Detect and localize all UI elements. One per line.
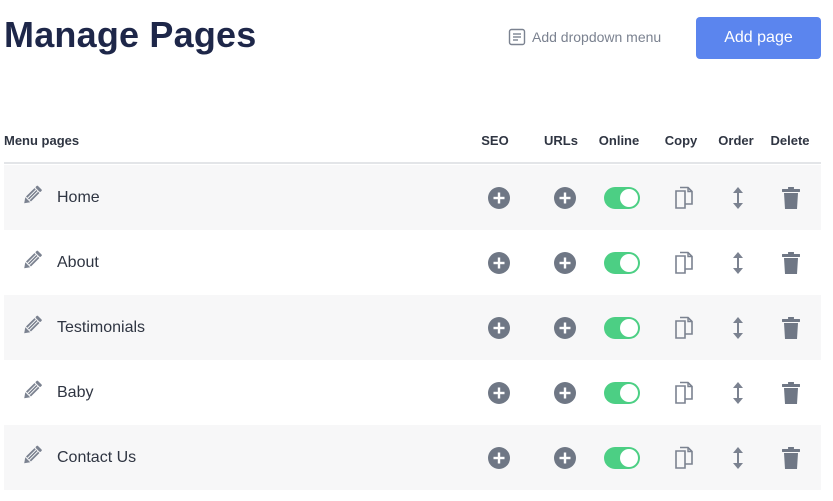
plus-circle-icon[interactable]	[554, 381, 576, 404]
table-row: Testimonials	[4, 295, 821, 360]
pencil-icon[interactable]	[20, 378, 44, 407]
copy-icon[interactable]	[674, 381, 694, 405]
vertical-arrows-icon[interactable]	[731, 316, 745, 340]
copy-icon[interactable]	[674, 446, 694, 470]
column-header-online: Online	[598, 133, 640, 148]
plus-circle-icon[interactable]	[554, 251, 576, 274]
column-header-delete: Delete	[770, 133, 810, 148]
page-name[interactable]: Contact Us	[57, 449, 136, 467]
add-page-button[interactable]: Add page	[696, 17, 821, 59]
add-dropdown-menu-button[interactable]: Add dropdown menu	[508, 28, 661, 46]
pencil-icon[interactable]	[20, 183, 44, 212]
plus-circle-icon[interactable]	[488, 316, 510, 339]
plus-circle-icon[interactable]	[554, 316, 576, 339]
page-name[interactable]: Home	[57, 189, 100, 207]
trash-icon[interactable]	[781, 251, 801, 275]
plus-circle-icon[interactable]	[488, 186, 510, 209]
pencil-icon[interactable]	[20, 248, 44, 277]
add-dropdown-menu-label: Add dropdown menu	[532, 29, 662, 45]
plus-circle-icon[interactable]	[488, 251, 510, 274]
table-row: Home	[4, 165, 821, 230]
vertical-arrows-icon[interactable]	[731, 186, 745, 210]
pencil-icon[interactable]	[20, 313, 44, 342]
online-toggle[interactable]	[604, 316, 640, 339]
online-toggle[interactable]	[604, 186, 640, 209]
page-name[interactable]: Baby	[57, 384, 93, 402]
plus-circle-icon[interactable]	[554, 186, 576, 209]
table-row: Baby	[4, 360, 821, 425]
plus-circle-icon[interactable]	[488, 446, 510, 469]
copy-icon[interactable]	[674, 251, 694, 275]
online-toggle[interactable]	[604, 446, 640, 469]
plus-circle-icon[interactable]	[488, 381, 510, 404]
trash-icon[interactable]	[781, 381, 801, 405]
document-icon	[508, 28, 526, 46]
plus-circle-icon[interactable]	[554, 446, 576, 469]
table-row: About	[4, 230, 821, 295]
table-header: Menu pages SEO URLs Online Copy Order De…	[4, 126, 821, 164]
copy-icon[interactable]	[674, 186, 694, 210]
table-row: Contact Us	[4, 425, 821, 490]
trash-icon[interactable]	[781, 186, 801, 210]
copy-icon[interactable]	[674, 316, 694, 340]
column-header-copy: Copy	[664, 133, 698, 148]
online-toggle[interactable]	[604, 381, 640, 404]
vertical-arrows-icon[interactable]	[731, 251, 745, 275]
pencil-icon[interactable]	[20, 443, 44, 472]
trash-icon[interactable]	[781, 446, 801, 470]
column-header-order: Order	[718, 133, 754, 148]
column-header-urls: URLs	[544, 133, 578, 148]
page-name[interactable]: About	[57, 254, 99, 272]
trash-icon[interactable]	[781, 316, 801, 340]
pages-list: Home About Testimonials Baby Contact Us	[4, 165, 821, 490]
vertical-arrows-icon[interactable]	[731, 446, 745, 470]
page-name[interactable]: Testimonials	[57, 319, 145, 337]
online-toggle[interactable]	[604, 251, 640, 274]
column-header-menu-pages: Menu pages	[4, 133, 80, 148]
vertical-arrows-icon[interactable]	[731, 381, 745, 405]
page-title: Manage Pages	[4, 14, 257, 55]
column-header-seo: SEO	[481, 133, 509, 148]
